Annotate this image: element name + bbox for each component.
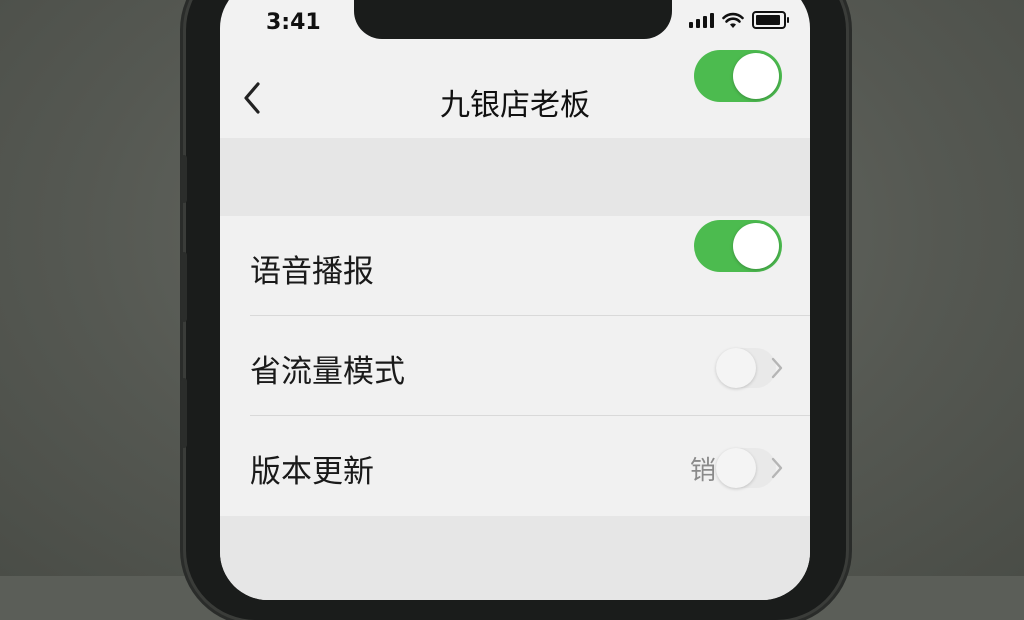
peek-text: 销 — [690, 456, 717, 486]
header-toggle[interactable] — [694, 50, 782, 102]
settings-list: 语音播报 省流量模式 版本更新 销 — [220, 216, 810, 516]
status-icons — [689, 11, 789, 29]
version-update-label: 版本更新 — [250, 454, 374, 490]
voice-broadcast-label: 语音播报 — [250, 254, 374, 290]
phone-volume-down-button — [181, 378, 187, 448]
toggle-knob — [716, 348, 756, 388]
voice-broadcast-toggle[interactable] — [694, 220, 782, 272]
notch — [354, 0, 672, 39]
section-separator-bottom — [220, 516, 810, 600]
chevron-right-icon[interactable] — [770, 456, 784, 480]
phone-screen: 3:41 九银店老板 语音播报 省流量模式 版本更新 销 — [220, 0, 810, 600]
nav-bar: 九银店老板 — [220, 50, 810, 138]
toggle-knob — [733, 223, 779, 269]
phone-side-button — [181, 155, 187, 203]
data-saver-label: 省流量模式 — [250, 354, 405, 390]
list-item-data-saver[interactable]: 省流量模式 — [220, 316, 810, 416]
phone-volume-up-button — [181, 252, 187, 322]
toggle-knob — [716, 448, 756, 488]
toggle-knob — [733, 53, 779, 99]
battery-icon — [752, 11, 789, 29]
chevron-right-icon[interactable] — [770, 356, 784, 380]
signal-icon — [689, 12, 714, 28]
wifi-icon — [722, 12, 744, 28]
list-item-version-update[interactable]: 版本更新 销 — [220, 416, 810, 516]
list-item-voice-broadcast[interactable]: 语音播报 — [220, 216, 810, 316]
section-separator — [220, 138, 810, 216]
status-time: 3:41 — [266, 10, 321, 35]
